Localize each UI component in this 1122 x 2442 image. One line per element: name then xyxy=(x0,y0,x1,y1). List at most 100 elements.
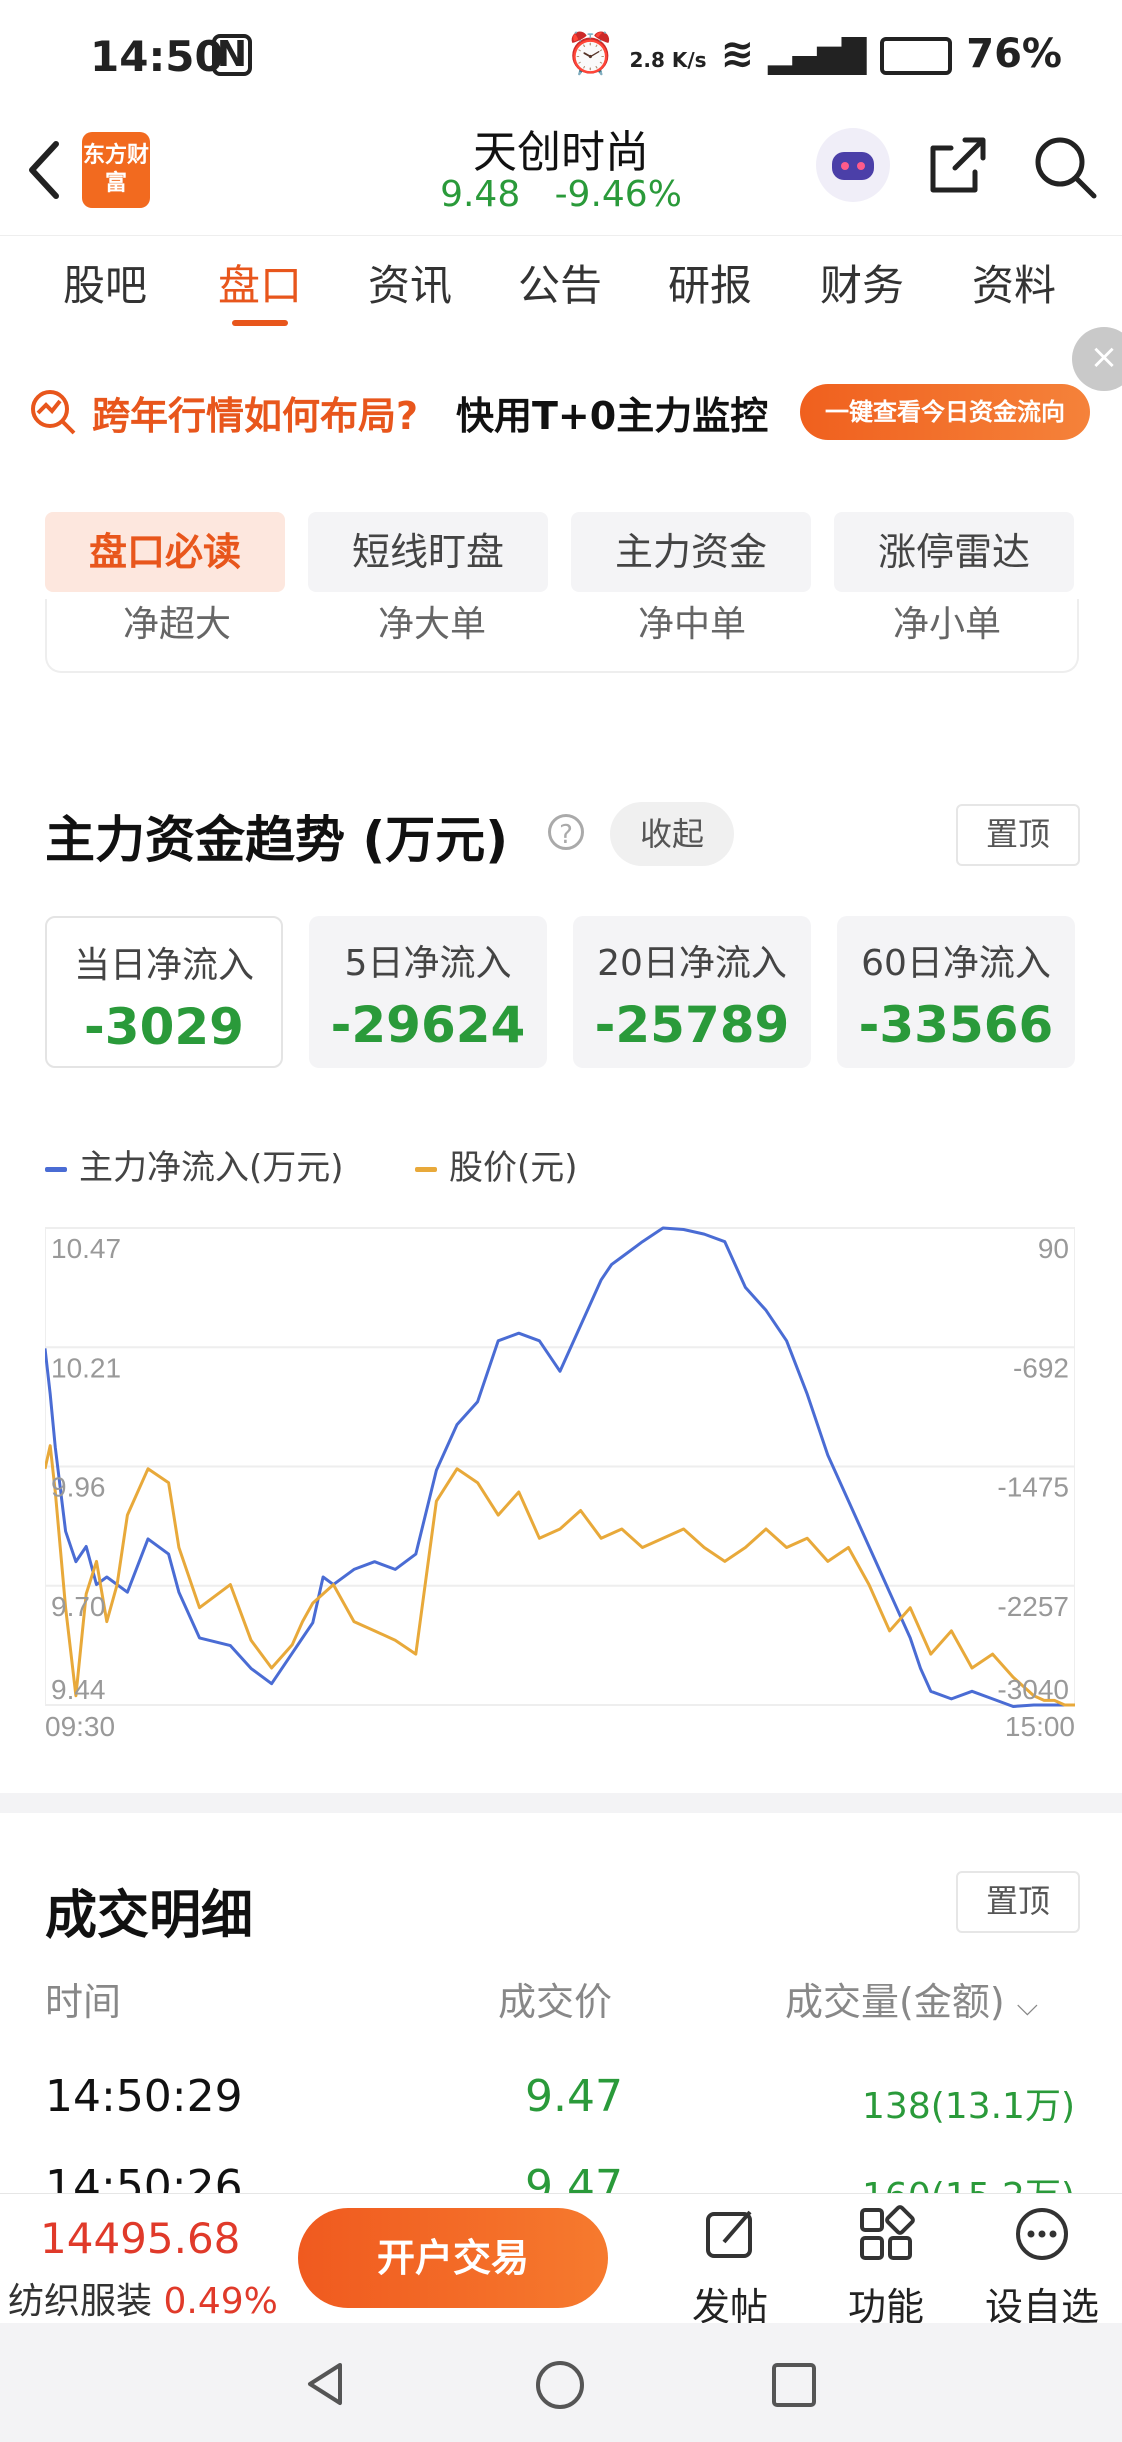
share-icon[interactable] xyxy=(925,132,991,198)
column-header-time: 时间 xyxy=(45,1980,122,2024)
status-time: 14:50 xyxy=(90,32,224,81)
x-axis-start-label: 09:30 xyxy=(45,1711,115,1738)
main-tabs: 股吧 盘口 资讯 公告 研报 财务 资料 xyxy=(0,235,1122,339)
cut-label: 净大单 xyxy=(377,604,486,641)
subtab-limit-radar[interactable]: 涨停雷达 xyxy=(834,512,1074,592)
deal-volume: 138(13.1万) xyxy=(862,2086,1075,2127)
deal-volume: 160(15.2万) xyxy=(862,2167,1075,2193)
deal-time: 14:50:29 xyxy=(45,2071,243,2122)
stat-label: 当日净流入 xyxy=(73,945,254,986)
sector-index[interactable]: 纺织服装 0.49% xyxy=(8,2272,278,2324)
collapse-button[interactable]: 收起 xyxy=(610,802,734,866)
banner-accent-text[interactable]: 跨年行情如何布局? xyxy=(92,385,418,440)
stat-card-5d[interactable]: 5日净流入 -29624 xyxy=(309,916,547,1068)
tab-profile[interactable]: 资料 xyxy=(944,236,1084,338)
column-header-price: 成交价 xyxy=(498,1980,613,2024)
battery-level: 76% xyxy=(966,31,1062,77)
open-account-trade-button[interactable]: 开户交易 xyxy=(298,2208,608,2308)
left-axis-tick-label: 9.70 xyxy=(51,1591,106,1622)
active-tab-underline xyxy=(232,320,288,326)
right-axis-tick-label: -1475 xyxy=(997,1472,1069,1503)
stock-change: -9.46% xyxy=(554,174,682,215)
cut-label: 净超大 xyxy=(122,604,231,641)
legend-flow: 主力净流入(万元) xyxy=(45,1140,344,1189)
grid-icon xyxy=(860,2205,915,2260)
legend-label: 主力净流入(万元) xyxy=(79,1148,344,1188)
stat-card-today[interactable]: 当日净流入 -3029 xyxy=(45,916,283,1068)
signal-icon: ▂▄▆█ xyxy=(767,37,867,75)
section-title: 成交明细 xyxy=(45,1886,254,1946)
sector-change: 0.49% xyxy=(163,2281,278,2322)
deal-details-section: 成交明细 置顶 时间 成交价 成交量(金额) ⌵ 14:50:29 9.47 1… xyxy=(0,1813,1122,2193)
legend-label: 股价(元) xyxy=(449,1148,578,1188)
stat-value: -3029 xyxy=(84,998,244,1056)
right-axis-tick-label: 90 xyxy=(1038,1233,1069,1264)
cut-label: 净小单 xyxy=(892,604,1001,641)
stat-label: 5日净流入 xyxy=(344,943,512,984)
cut-label: 净中单 xyxy=(637,604,746,641)
pin-top-button[interactable]: 置顶 xyxy=(956,804,1080,866)
right-axis-tick-label: -2257 xyxy=(997,1591,1069,1622)
legend-swatch xyxy=(415,1167,437,1172)
deal-price: 9.47 xyxy=(525,2071,623,2122)
legend-price: 股价(元) xyxy=(415,1140,578,1189)
left-axis-tick-label: 10.21 xyxy=(51,1352,121,1383)
help-icon[interactable]: ? xyxy=(548,814,584,850)
tab-announcement[interactable]: 公告 xyxy=(490,236,630,338)
subtab-must-read[interactable]: 盘口必读 xyxy=(45,512,285,592)
deal-time: 14:50:26 xyxy=(45,2161,243,2193)
more-icon xyxy=(1016,2208,1068,2260)
right-axis-tick-label: -3040 xyxy=(997,1674,1069,1705)
search-icon[interactable] xyxy=(1030,132,1100,202)
assistant-robot-icon[interactable] xyxy=(816,128,890,202)
stat-value: -33566 xyxy=(858,996,1054,1054)
banner-main-text[interactable]: 快用T+0主力监控 xyxy=(456,385,768,440)
banner-close-icon[interactable]: × xyxy=(1072,327,1122,391)
alarm-icon: ⏰ xyxy=(565,31,616,77)
table-row: 14:50:26 9.47 160(15.2万) xyxy=(0,2161,1122,2193)
stock-header: 东方财富 天创时尚 9.48 -9.46% xyxy=(0,110,1122,235)
sector-name: 纺织服装 xyxy=(8,2281,153,2322)
nav-recents-icon[interactable] xyxy=(770,2361,818,2409)
net-speed: 2.8 K/s xyxy=(629,48,707,72)
left-axis-tick-label: 9.96 xyxy=(51,1472,106,1503)
nav-back-icon[interactable] xyxy=(300,2359,350,2409)
edit-icon xyxy=(706,2210,752,2258)
right-axis-tick-label: -692 xyxy=(1013,1352,1069,1383)
order-size-row: 净超大 净大单 净中单 净小单 xyxy=(45,599,1079,673)
battery-icon xyxy=(880,37,953,75)
left-axis-tick-label: 10.47 xyxy=(51,1233,121,1264)
radar-icon xyxy=(31,390,76,435)
column-header-volume[interactable]: 成交量(金额) ⌵ xyxy=(785,1971,1038,2026)
subtab-main-funds[interactable]: 主力资金 xyxy=(571,512,811,592)
tab-research[interactable]: 研报 xyxy=(640,236,780,338)
stock-price: 9.48 xyxy=(440,174,521,215)
tab-news[interactable]: 资讯 xyxy=(340,236,480,338)
nfc-icon: N xyxy=(212,34,252,76)
system-nav-bar xyxy=(0,2323,1122,2442)
fund-trend-chart: 10.47 90 10.21 -692 9.96 -1475 9.70 -2257 9.44 -3… xyxy=(45,1226,1075,1738)
section-title: 主力资金趋势 (万元) xyxy=(45,811,509,869)
stat-card-60d[interactable]: 60日净流入 -33566 xyxy=(837,916,1075,1068)
x-axis-end-label: 15:00 xyxy=(1005,1711,1075,1738)
status-indicators: ⏰ 2.8 K/s ≋ ▂▄▆█ 76% xyxy=(566,30,1062,77)
left-axis-tick-label: 9.44 xyxy=(51,1674,106,1705)
sector-index-value[interactable]: 14495.68 xyxy=(40,2214,240,2263)
subtab-short-term[interactable]: 短线盯盘 xyxy=(308,512,548,592)
add-watchlist-button[interactable]: 设自选 xyxy=(982,2204,1102,2331)
wifi-icon: ≋ xyxy=(720,31,754,77)
stat-label: 20日净流入 xyxy=(597,943,787,984)
tab-guba[interactable]: 股吧 xyxy=(35,236,175,338)
fund-trend-section: 主力资金趋势 (万元) ? 收起 置顶 当日净流入 -3029 5日净流入 -2… xyxy=(0,748,1122,1793)
stat-card-20d[interactable]: 20日净流入 -25789 xyxy=(573,916,811,1068)
banner-cta-button[interactable]: 一键查看今日资金流向 xyxy=(800,384,1090,440)
bottom-action-bar: 14495.68 纺织服装 0.49% 开户交易 发帖 功能 设自选 xyxy=(0,2193,1122,2329)
status-bar: 14:50 N ⏰ 2.8 K/s ≋ ▂▄▆█ 76% xyxy=(0,0,1122,110)
post-button[interactable]: 发帖 xyxy=(670,2204,790,2331)
deal-price: 9.47 xyxy=(525,2161,623,2193)
tab-finance[interactable]: 财务 xyxy=(792,236,932,338)
pin-top-button[interactable]: 置顶 xyxy=(956,1871,1080,1933)
nav-home-icon[interactable] xyxy=(534,2359,586,2411)
stat-label: 60日净流入 xyxy=(861,943,1051,984)
functions-button[interactable]: 功能 xyxy=(826,2204,946,2331)
